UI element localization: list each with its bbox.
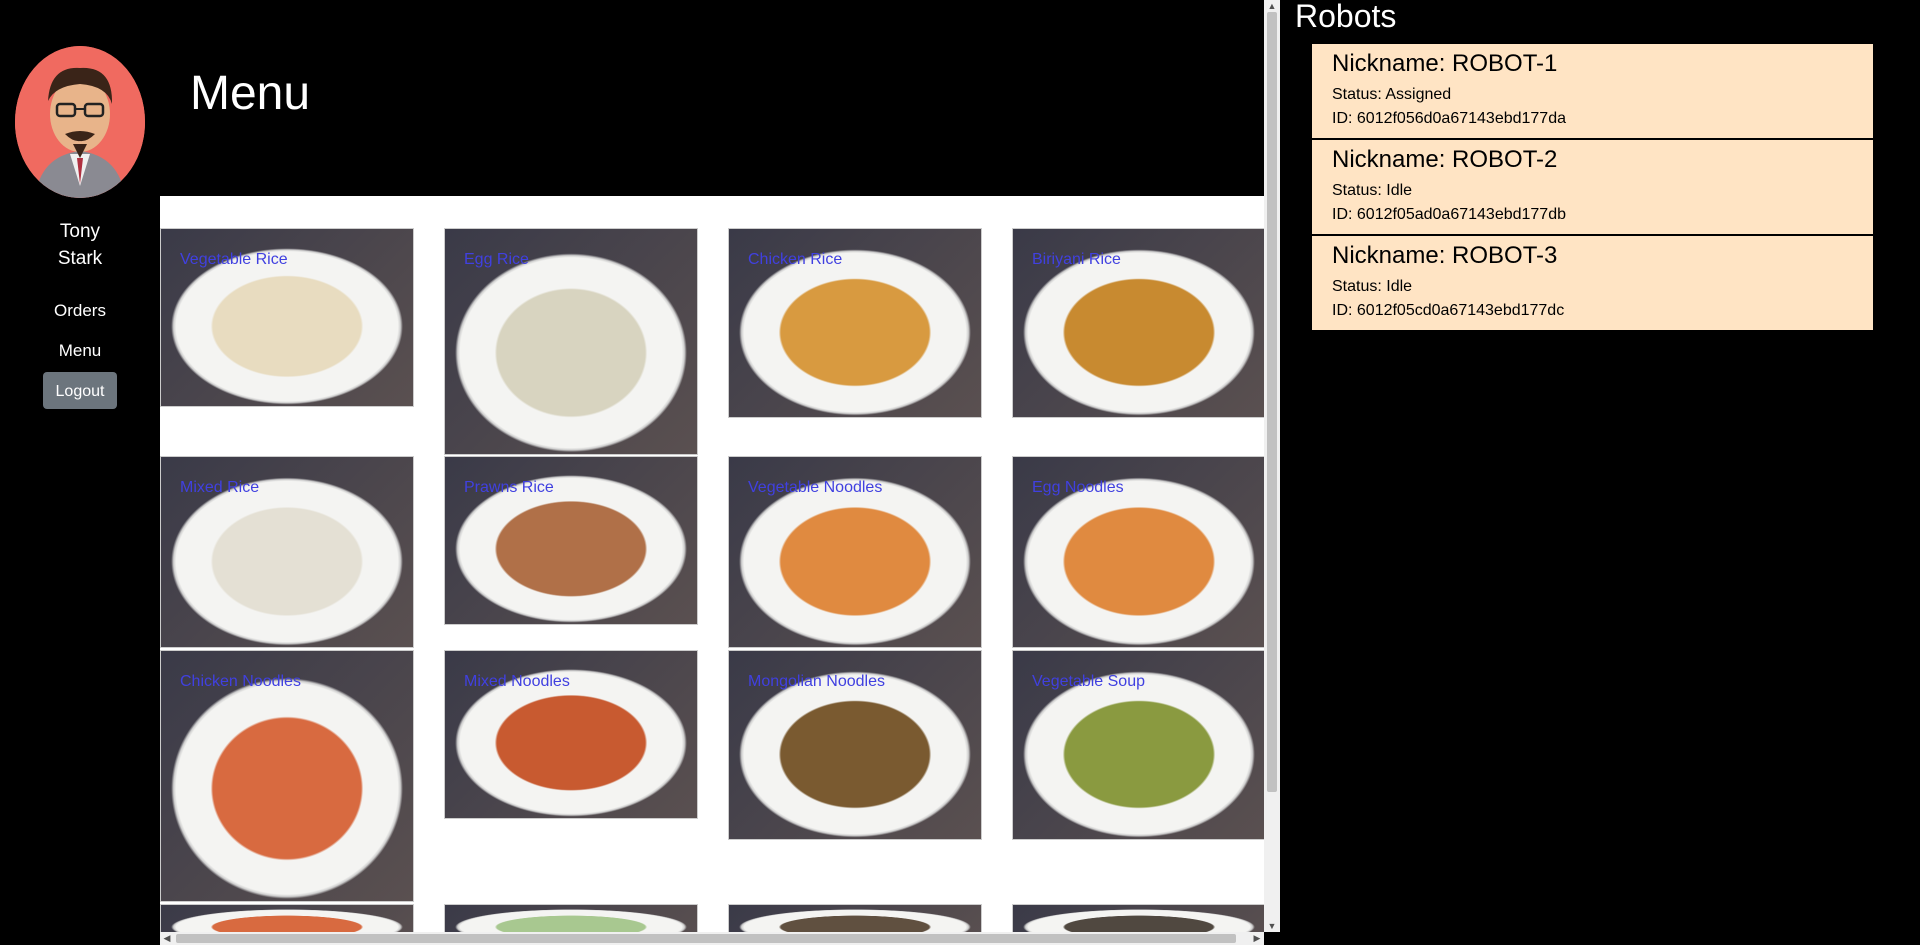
robots-title: Robots	[1295, 0, 1397, 34]
menu-item-card[interactable]: Chicken Noodles	[160, 650, 414, 902]
scroll-right-arrow-icon[interactable]: ▶	[1250, 932, 1264, 945]
menu-item-card[interactable]: Vegetable Soup	[1012, 650, 1264, 840]
menu-item-label[interactable]: Chicken Rice	[748, 251, 842, 269]
menu-item-label[interactable]: Egg Noodles	[1032, 479, 1124, 497]
horizontal-scrollbar[interactable]: ◀ ▶	[160, 932, 1264, 945]
scroll-left-arrow-icon[interactable]: ◀	[160, 932, 174, 945]
dish-image	[161, 905, 413, 932]
menu-item-label[interactable]: Mongolian Noodles	[748, 673, 885, 691]
logout-button[interactable]: Logout	[43, 372, 117, 409]
menu-item-card[interactable]: Vegetable Noodles	[728, 456, 982, 648]
robot-card: Nickname: ROBOT-3 Status: Idle ID: 6012f…	[1312, 236, 1873, 330]
menu-item-card[interactable]: Egg Rice	[444, 228, 698, 455]
horizontal-scroll-thumb[interactable]	[176, 934, 1236, 943]
vertical-scrollbar[interactable]: ▲ ▼	[1264, 0, 1280, 932]
menu-item-card[interactable]: Biriyani Rice	[1012, 228, 1264, 418]
robot-id: ID: 6012f05cd0a67143ebd177dc	[1332, 302, 1565, 319]
robot-status: Status: Assigned	[1332, 86, 1452, 103]
menu-item-label[interactable]: Prawns Rice	[464, 479, 554, 497]
menu-item-label[interactable]: Egg Rice	[464, 251, 529, 269]
menu-item-card[interactable]: Mixed Noodles	[444, 650, 698, 819]
dish-image	[445, 905, 697, 932]
menu-item-label[interactable]: Vegetable Noodles	[748, 479, 882, 497]
menu-item-label[interactable]: Vegetable Rice	[180, 251, 288, 269]
nav-menu-link[interactable]: Menu	[0, 341, 160, 361]
robot-card: Nickname: ROBOT-2 Status: Idle ID: 6012f…	[1312, 140, 1873, 234]
menu-item-card[interactable]	[728, 904, 982, 932]
sidebar: Tony Stark Orders Menu Logout	[0, 0, 160, 945]
menu-item-label[interactable]: Mixed Rice	[180, 479, 259, 497]
scroll-down-arrow-icon[interactable]: ▼	[1264, 920, 1280, 932]
menu-grid: Vegetable Rice Egg Rice Chicken Rice Bir…	[160, 196, 1264, 932]
scroll-up-arrow-icon[interactable]: ▲	[1264, 0, 1280, 12]
menu-item-card[interactable]: Prawns Rice	[444, 456, 698, 625]
menu-item-label[interactable]: Chicken Noodles	[180, 673, 301, 691]
robot-status: Status: Idle	[1332, 278, 1413, 295]
menu-item-label[interactable]: Biriyani Rice	[1032, 251, 1121, 269]
nav-orders-link[interactable]: Orders	[0, 301, 160, 321]
robot-status: Status: Idle	[1332, 182, 1413, 199]
avatar	[15, 46, 145, 198]
robot-card: Nickname: ROBOT-1 Status: Assigned ID: 6…	[1312, 44, 1873, 138]
avatar-portrait	[15, 46, 145, 198]
robot-nickname: Nickname: ROBOT-2	[1332, 146, 1558, 173]
user-name: Tony Stark	[57, 221, 103, 269]
menu-item-card[interactable]	[160, 904, 414, 932]
menu-item-card[interactable]: Vegetable Rice	[160, 228, 414, 407]
dish-image	[729, 905, 981, 932]
vertical-scroll-thumb[interactable]	[1267, 12, 1277, 792]
menu-item-card[interactable]	[1012, 904, 1264, 932]
robots-panel: Robots Nickname: ROBOT-1 Status: Assigne…	[1280, 0, 1920, 945]
page-title: Menu	[190, 67, 311, 120]
menu-item-card[interactable]: Mongolian Noodles	[728, 650, 982, 840]
menu-item-label[interactable]: Mixed Noodles	[464, 673, 570, 691]
menu-item-card[interactable]: Egg Noodles	[1012, 456, 1264, 648]
menu-item-card[interactable]: Mixed Rice	[160, 456, 414, 648]
dish-image	[1013, 905, 1264, 932]
robot-id: ID: 6012f05ad0a67143ebd177db	[1332, 206, 1566, 223]
robot-id: ID: 6012f056d0a67143ebd177da	[1332, 110, 1566, 127]
robot-nickname: Nickname: ROBOT-3	[1332, 242, 1558, 269]
menu-item-label[interactable]: Vegetable Soup	[1032, 673, 1145, 691]
robot-nickname: Nickname: ROBOT-1	[1332, 50, 1558, 77]
menu-item-card[interactable]	[444, 904, 698, 932]
menu-item-card[interactable]: Chicken Rice	[728, 228, 982, 418]
